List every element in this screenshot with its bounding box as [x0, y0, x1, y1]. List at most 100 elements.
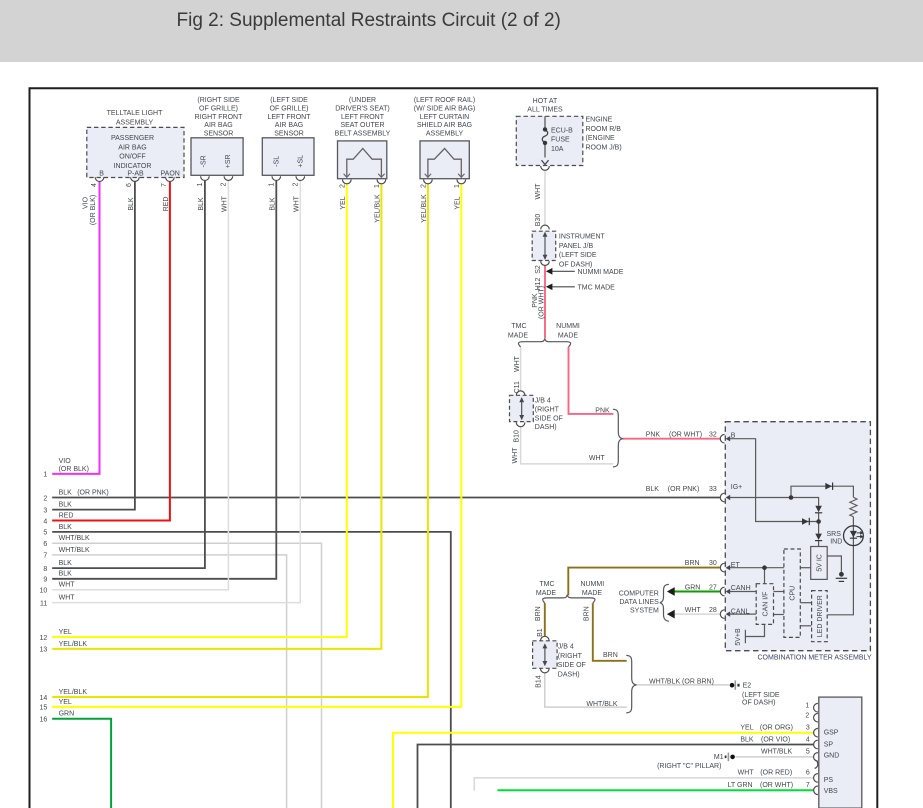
svg-text:GSP: GSP: [824, 730, 839, 737]
svg-text:PAON: PAON: [161, 170, 180, 177]
svg-text:1: 1: [197, 182, 204, 186]
svg-text:(W/ SIDE AIR BAG): (W/ SIDE AIR BAG): [414, 105, 475, 112]
svg-text:SHIELD AIR BAG: SHIELD AIR BAG: [417, 122, 472, 129]
svg-text:COMBINATION METER ASSEMBLY: COMBINATION METER ASSEMBLY: [758, 655, 872, 662]
svg-text:AIR BAG: AIR BAG: [204, 122, 232, 129]
svg-text:WHT: WHT: [535, 183, 542, 200]
svg-text:BRN: BRN: [685, 560, 700, 567]
svg-text:TMC: TMC: [511, 323, 526, 330]
svg-text:CANL: CANL: [731, 608, 750, 615]
svg-text:(OR PNK): (OR PNK): [668, 486, 700, 493]
svg-text:ON/OFF: ON/OFF: [119, 154, 145, 161]
svg-text:ASSEMBLY: ASSEMBLY: [116, 119, 154, 126]
svg-text:2: 2: [292, 182, 299, 186]
svg-text:RIGHT FRONT: RIGHT FRONT: [195, 114, 243, 121]
svg-text:YEL: YEL: [59, 629, 72, 636]
svg-text:B: B: [731, 432, 736, 439]
svg-text:NUMMI: NUMMI: [580, 581, 604, 588]
svg-text:BLK: BLK: [59, 571, 73, 578]
svg-text:WHT/BLK: WHT/BLK: [761, 748, 792, 755]
svg-text:(RIGHT SIDE: (RIGHT SIDE: [197, 97, 240, 104]
svg-text:(OR BLK): (OR BLK): [90, 195, 97, 225]
svg-text:(OR WHT): (OR WHT): [760, 782, 793, 789]
svg-text:(ENGINE: (ENGINE: [586, 135, 616, 142]
svg-text:DASH): DASH): [558, 672, 580, 679]
svg-text:WHT: WHT: [685, 607, 702, 614]
svg-text:INDICATOR: INDICATOR: [114, 163, 152, 170]
svg-text:B14: B14: [536, 675, 543, 688]
svg-text:(OR VIO): (OR VIO): [761, 737, 790, 744]
svg-text:(OR WHT): (OR WHT): [538, 286, 545, 319]
svg-text:ENGINE: ENGINE: [586, 117, 613, 124]
svg-text:GRN: GRN: [59, 711, 75, 718]
svg-text:VIO: VIO: [59, 458, 72, 465]
svg-text:11: 11: [40, 600, 47, 607]
svg-text:5V+B: 5V+B: [735, 628, 742, 646]
svg-text:CAN I/F: CAN I/F: [762, 592, 769, 617]
svg-text:2: 2: [221, 182, 228, 186]
svg-text:WHT: WHT: [222, 195, 229, 212]
svg-text:WHT: WHT: [738, 770, 755, 777]
svg-text:3: 3: [806, 725, 810, 732]
svg-text:OF DASH): OF DASH): [742, 700, 775, 707]
svg-text:M1: M1: [714, 754, 724, 761]
svg-text:(RIGHT: (RIGHT: [558, 653, 583, 660]
svg-text:IG+: IG+: [731, 484, 742, 491]
svg-text:BLK: BLK: [740, 737, 754, 744]
svg-text:S2: S2: [535, 265, 542, 274]
svg-text:(LEFT SIDE: (LEFT SIDE: [742, 692, 780, 699]
svg-text:BLK: BLK: [646, 486, 660, 493]
svg-text:SIDE OF: SIDE OF: [558, 662, 586, 669]
svg-text:10: 10: [40, 588, 48, 595]
svg-text:PANEL J/B: PANEL J/B: [559, 243, 594, 250]
svg-text:BELT ASSEMBLY: BELT ASSEMBLY: [335, 131, 391, 138]
svg-text:LT GRN: LT GRN: [728, 782, 753, 789]
svg-text:C11: C11: [514, 381, 521, 393]
svg-text:NUMMI: NUMMI: [556, 323, 580, 330]
svg-text:2: 2: [805, 713, 809, 720]
svg-text:WHT: WHT: [589, 455, 606, 462]
svg-text:MADE: MADE: [536, 590, 557, 597]
svg-text:SP: SP: [824, 741, 834, 748]
svg-text:YEL/BLK: YEL/BLK: [59, 641, 88, 648]
svg-text:OF GRILLE): OF GRILLE): [270, 105, 309, 112]
svg-text:YEL/BLK: YEL/BLK: [59, 689, 88, 696]
svg-text:ROOM R/B: ROOM R/B: [586, 126, 622, 133]
svg-text:YEL/BLK: YEL/BLK: [375, 194, 382, 223]
svg-text:WHT: WHT: [512, 447, 519, 464]
svg-text:(LEFT SIDE: (LEFT SIDE: [270, 97, 308, 104]
svg-text:B: B: [99, 170, 104, 177]
svg-text:BLK: BLK: [270, 197, 277, 211]
svg-text:BRN: BRN: [603, 652, 618, 659]
svg-text:SIDE OF: SIDE OF: [535, 415, 563, 422]
svg-text:1: 1: [805, 703, 809, 710]
svg-text:(OR WHT): (OR WHT): [669, 432, 702, 439]
svg-text:BRN: BRN: [584, 606, 591, 621]
svg-text:1: 1: [374, 184, 381, 188]
svg-text:VIO: VIO: [82, 196, 89, 209]
svg-text:1: 1: [269, 182, 276, 186]
svg-text:YEL: YEL: [740, 725, 753, 732]
svg-text:BLK: BLK: [59, 524, 73, 531]
svg-text:SENSOR: SENSOR: [204, 131, 234, 138]
svg-text:LED DRIVER: LED DRIVER: [817, 595, 824, 637]
svg-text:14: 14: [40, 695, 48, 702]
svg-text:7: 7: [806, 782, 810, 789]
svg-text:7: 7: [43, 553, 47, 560]
svg-text:2: 2: [420, 184, 427, 188]
svg-text:MADE: MADE: [508, 332, 529, 339]
svg-text:(OR ORG): (OR ORG): [760, 725, 793, 732]
svg-text:7: 7: [161, 183, 168, 187]
svg-text:P-AB: P-AB: [127, 170, 144, 177]
svg-text:5: 5: [806, 748, 810, 755]
svg-text:TMC MADE: TMC MADE: [578, 284, 616, 291]
svg-text:YEL/BLK: YEL/BLK: [421, 194, 428, 223]
svg-text:-SR: -SR: [201, 155, 208, 167]
svg-text:1: 1: [454, 184, 461, 188]
svg-text:GND: GND: [824, 753, 840, 760]
svg-text:BLK: BLK: [59, 502, 73, 509]
svg-text:10A: 10A: [551, 146, 564, 153]
svg-text:(LEFT SIDE: (LEFT SIDE: [559, 252, 597, 259]
svg-text:2: 2: [43, 495, 47, 502]
svg-text:LEFT FRONT: LEFT FRONT: [267, 114, 311, 121]
